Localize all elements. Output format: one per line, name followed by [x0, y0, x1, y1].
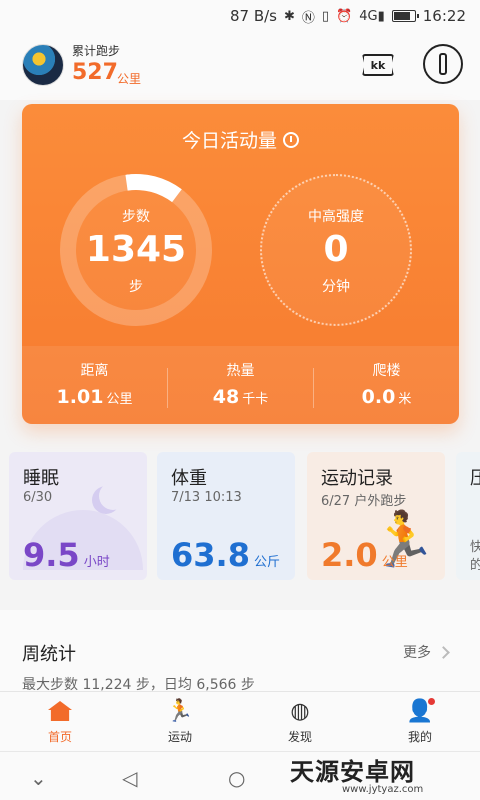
moon-icon	[99, 482, 127, 510]
running-icon: 🏃	[166, 698, 194, 724]
nav-discover[interactable]: ◍ 发现	[240, 692, 360, 751]
exercise-unit: 公里	[381, 555, 408, 570]
calories-value: 48	[212, 386, 240, 408]
sleep-unit: 小时	[83, 555, 110, 570]
stress-card-partial[interactable]: 压 快 的	[456, 452, 480, 580]
back-icon[interactable]: ◁	[122, 766, 137, 790]
discover-planet-icon: ◍	[290, 698, 310, 724]
signal-icon: 4G▮	[359, 8, 385, 24]
steps-value: 1345	[85, 229, 187, 270]
floors-unit: 米	[398, 392, 412, 407]
sleep-value: 9.5	[23, 536, 80, 574]
exercise-title: 运动记录	[321, 468, 393, 489]
stress-title: 压	[470, 468, 480, 489]
bottom-nav: 首页 🏃 运动 ◍ 发现 👤 我的	[0, 691, 480, 751]
weekly-more-link[interactable]: 更多	[403, 642, 450, 662]
floors-stat: 爬楼 0.0 米	[314, 360, 459, 408]
calories-unit: 千卡	[242, 392, 269, 407]
notification-dot	[428, 698, 435, 705]
stress-line2: 的	[470, 558, 480, 573]
weight-value-row: 63.8 公斤	[171, 536, 280, 574]
nav-discover-label: 发现	[287, 730, 312, 744]
sleep-date: 6/30	[23, 490, 53, 505]
exercise-value: 2.0	[321, 536, 378, 574]
vibrate-icon: ▯	[321, 8, 330, 24]
home-circle-icon[interactable]: ○	[228, 766, 245, 790]
accumulated-value[interactable]: 527	[72, 60, 118, 85]
alarm-icon: ⏰	[336, 8, 353, 24]
avatar[interactable]	[22, 44, 64, 86]
distance-label: 距离	[80, 363, 109, 379]
home-icon	[48, 701, 72, 721]
accumulated-unit: 公里	[117, 72, 142, 86]
activity-card[interactable]: 今日活动量 步数 1345 步 中高强度 0 分钟 距离 1.01 公里 热量 4…	[22, 104, 459, 424]
kk-ticket-button[interactable]: kk	[362, 54, 394, 76]
weight-unit: 公斤	[253, 555, 280, 570]
intensity-unit: 分钟	[322, 279, 350, 295]
floors-value: 0.0	[361, 386, 396, 408]
distance-unit: 公里	[106, 392, 133, 407]
weekly-stats-section: 周统计 更多 最大步数 11,224 步，日均 6,566 步	[0, 610, 480, 700]
stress-line1: 快	[470, 540, 480, 555]
weight-title: 体重	[171, 468, 207, 489]
status-bar: 87 B/s ✱ Ⓝ ▯ ⏰ 4G▮ 16:22	[0, 0, 480, 32]
activity-title: 今日活动量	[22, 126, 459, 153]
nav-sport-label: 运动	[167, 730, 192, 744]
watermark: 天源安卓网	[290, 758, 415, 786]
band-icon	[439, 53, 447, 75]
nav-mine[interactable]: 👤 我的	[360, 692, 480, 751]
steps-label: 步数	[122, 209, 150, 225]
hide-nav-icon[interactable]: ⌄	[30, 766, 47, 790]
nav-mine-label: 我的	[407, 730, 432, 744]
weight-value: 63.8	[171, 536, 250, 574]
exercise-record-card[interactable]: 🏃 运动记录 6/27 户外跑步 2.0 公里	[307, 452, 445, 580]
accumulated-label: 累计跑步	[72, 44, 121, 58]
weight-card[interactable]: 体重 7/13 10:13 63.8 公斤	[157, 452, 295, 580]
nav-sport[interactable]: 🏃 运动	[120, 692, 240, 751]
sleep-value-row: 9.5 小时	[23, 536, 110, 574]
nfc-icon: Ⓝ	[301, 10, 315, 26]
weekly-title: 周统计	[22, 644, 76, 665]
exercise-value-row: 2.0 公里	[321, 536, 408, 574]
nav-home[interactable]: 首页	[0, 692, 120, 751]
battery-icon	[391, 10, 419, 22]
bluetooth-icon: ✱	[283, 8, 295, 24]
chevron-right-icon	[437, 646, 450, 659]
exercise-date: 6/27 户外跑步	[321, 494, 407, 509]
nav-home-label: 首页	[47, 730, 72, 744]
calories-stat: 热量 48 千卡	[168, 360, 313, 408]
calories-label: 热量	[226, 363, 255, 379]
kk-label: kk	[370, 58, 386, 72]
header: 累计跑步 527 公里 kk	[0, 32, 480, 100]
sleep-title: 睡眠	[23, 468, 59, 489]
intensity-label: 中高强度	[308, 209, 364, 225]
distance-stat: 距离 1.01 公里	[22, 360, 167, 408]
device-band-button[interactable]	[423, 44, 463, 84]
steps-unit: 步	[129, 279, 143, 295]
distance-value: 1.01	[56, 386, 104, 408]
intensity-value: 0	[323, 229, 349, 270]
floors-label: 爬楼	[372, 363, 401, 379]
status-time: 16:22	[422, 7, 466, 25]
sleep-card[interactable]: 睡眠 6/30 9.5 小时	[9, 452, 147, 580]
watermark-url: www.jytyaz.com	[342, 784, 424, 795]
weight-date: 7/13 10:13	[171, 490, 242, 505]
clock-icon[interactable]	[283, 131, 299, 148]
network-speed: 87 B/s	[229, 7, 277, 25]
